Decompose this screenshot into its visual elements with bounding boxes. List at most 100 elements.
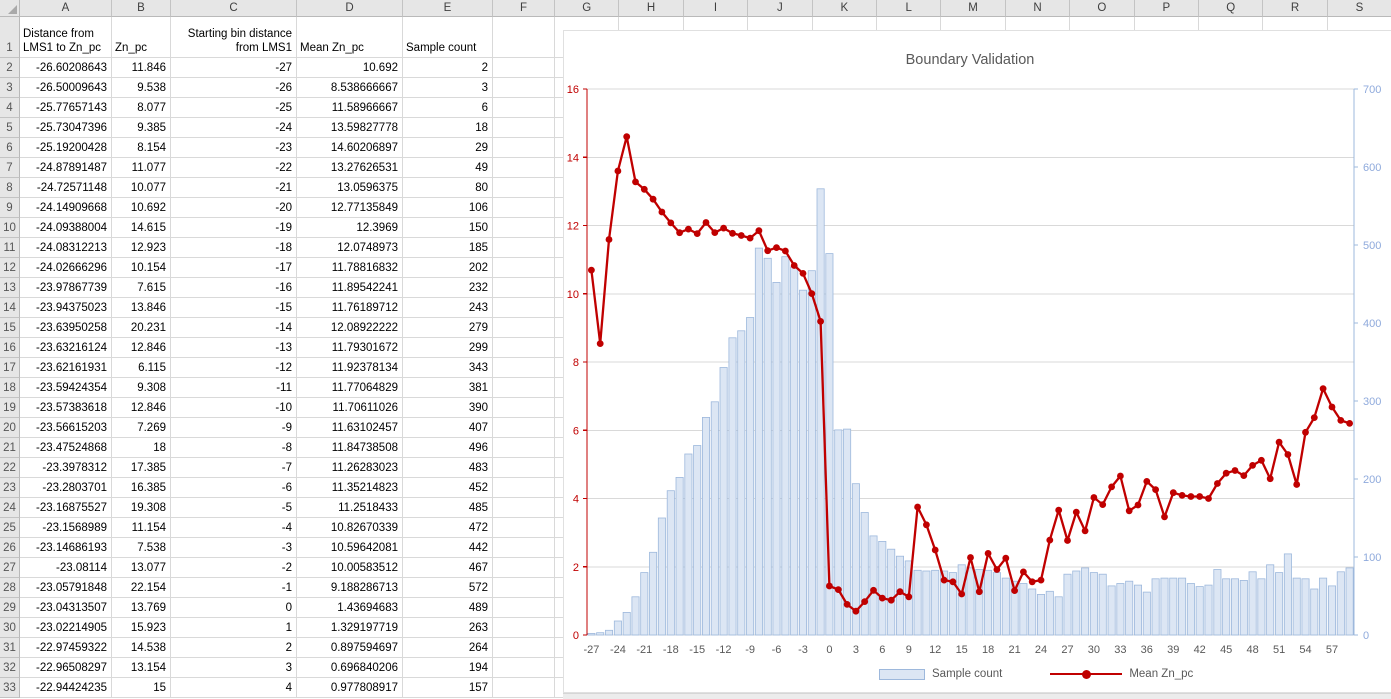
cell-E4[interactable]: 6 [403, 98, 493, 118]
cell-A9[interactable]: -24.14909668 [20, 198, 112, 218]
cell-C16[interactable]: -13 [171, 338, 297, 358]
cell-E33[interactable]: 157 [403, 678, 493, 698]
row-header-6[interactable]: 6 [0, 138, 20, 158]
column-header-N[interactable]: N [1006, 0, 1070, 17]
cell-C9[interactable]: -20 [171, 198, 297, 218]
cell-A24[interactable]: -23.16875527 [20, 498, 112, 518]
column-header-R[interactable]: R [1263, 0, 1327, 17]
cell-E26[interactable]: 442 [403, 538, 493, 558]
cell-D12[interactable]: 11.78816832 [297, 258, 403, 278]
cell-E14[interactable]: 243 [403, 298, 493, 318]
cell-F5[interactable] [493, 118, 555, 138]
cell-F33[interactable] [493, 678, 555, 698]
cell-A25[interactable]: -23.1568989 [20, 518, 112, 538]
cell-F3[interactable] [493, 78, 555, 98]
cell-F25[interactable] [493, 518, 555, 538]
cell-E20[interactable]: 407 [403, 418, 493, 438]
cell-B5[interactable]: 9.385 [112, 118, 171, 138]
row-header-12[interactable]: 12 [0, 258, 20, 278]
cell-F31[interactable] [493, 638, 555, 658]
row-header-21[interactable]: 21 [0, 438, 20, 458]
row-header-32[interactable]: 32 [0, 658, 20, 678]
cell-E19[interactable]: 390 [403, 398, 493, 418]
row-header-11[interactable]: 11 [0, 238, 20, 258]
row-header-14[interactable]: 14 [0, 298, 20, 318]
cell-F23[interactable] [493, 478, 555, 498]
cell-A1[interactable]: Distance from LMS1 to Zn_pc [20, 17, 112, 58]
cell-F15[interactable] [493, 318, 555, 338]
cell-E24[interactable]: 485 [403, 498, 493, 518]
column-header-H[interactable]: H [619, 0, 683, 17]
cell-C3[interactable]: -26 [171, 78, 297, 98]
cell-F30[interactable] [493, 618, 555, 638]
cell-C31[interactable]: 2 [171, 638, 297, 658]
row-header-4[interactable]: 4 [0, 98, 20, 118]
row-header-31[interactable]: 31 [0, 638, 20, 658]
cell-D28[interactable]: 9.188286713 [297, 578, 403, 598]
cell-C13[interactable]: -16 [171, 278, 297, 298]
cell-E8[interactable]: 80 [403, 178, 493, 198]
cell-E9[interactable]: 106 [403, 198, 493, 218]
cell-B19[interactable]: 12.846 [112, 398, 171, 418]
cell-B24[interactable]: 19.308 [112, 498, 171, 518]
cell-D31[interactable]: 0.897594697 [297, 638, 403, 658]
column-header-O[interactable]: O [1070, 0, 1134, 17]
cell-C12[interactable]: -17 [171, 258, 297, 278]
cell-C10[interactable]: -19 [171, 218, 297, 238]
chart-boundary-validation[interactable]: 02468101214160100200300400500600700-27-2… [563, 30, 1391, 693]
cell-D19[interactable]: 11.70611026 [297, 398, 403, 418]
column-header-D[interactable]: D [297, 0, 403, 17]
cell-F28[interactable] [493, 578, 555, 598]
cell-D14[interactable]: 11.76189712 [297, 298, 403, 318]
cell-B11[interactable]: 12.923 [112, 238, 171, 258]
cell-C21[interactable]: -8 [171, 438, 297, 458]
cell-D6[interactable]: 14.60206897 [297, 138, 403, 158]
cell-E21[interactable]: 496 [403, 438, 493, 458]
row-header-18[interactable]: 18 [0, 378, 20, 398]
cell-F20[interactable] [493, 418, 555, 438]
cell-A27[interactable]: -23.08114 [20, 558, 112, 578]
cell-D4[interactable]: 11.58966667 [297, 98, 403, 118]
cell-E29[interactable]: 489 [403, 598, 493, 618]
row-header-26[interactable]: 26 [0, 538, 20, 558]
column-header-A[interactable]: A [20, 0, 112, 17]
cell-B17[interactable]: 6.115 [112, 358, 171, 378]
cell-B6[interactable]: 8.154 [112, 138, 171, 158]
cell-E16[interactable]: 299 [403, 338, 493, 358]
cell-E6[interactable]: 29 [403, 138, 493, 158]
cell-B4[interactable]: 8.077 [112, 98, 171, 118]
cell-D15[interactable]: 12.08922222 [297, 318, 403, 338]
cell-C30[interactable]: 1 [171, 618, 297, 638]
cell-E27[interactable]: 467 [403, 558, 493, 578]
cell-D3[interactable]: 8.538666667 [297, 78, 403, 98]
cell-E18[interactable]: 381 [403, 378, 493, 398]
cell-D7[interactable]: 13.27626531 [297, 158, 403, 178]
cell-B25[interactable]: 11.154 [112, 518, 171, 538]
cell-D22[interactable]: 11.26283023 [297, 458, 403, 478]
cell-F22[interactable] [493, 458, 555, 478]
cell-C19[interactable]: -10 [171, 398, 297, 418]
cell-A32[interactable]: -22.96508297 [20, 658, 112, 678]
cell-D2[interactable]: 10.692 [297, 58, 403, 78]
cell-A31[interactable]: -22.97459322 [20, 638, 112, 658]
cell-B3[interactable]: 9.538 [112, 78, 171, 98]
row-header-2[interactable]: 2 [0, 58, 20, 78]
cell-A33[interactable]: -22.94424235 [20, 678, 112, 698]
cell-F11[interactable] [493, 238, 555, 258]
column-header-K[interactable]: K [813, 0, 877, 17]
column-header-Q[interactable]: Q [1199, 0, 1263, 17]
cell-F1[interactable] [493, 17, 555, 58]
row-header-27[interactable]: 27 [0, 558, 20, 578]
cell-C24[interactable]: -5 [171, 498, 297, 518]
cell-A30[interactable]: -23.02214905 [20, 618, 112, 638]
cell-A14[interactable]: -23.94375023 [20, 298, 112, 318]
cell-A19[interactable]: -23.57383618 [20, 398, 112, 418]
cell-D18[interactable]: 11.77064829 [297, 378, 403, 398]
row-header-16[interactable]: 16 [0, 338, 20, 358]
cell-F4[interactable] [493, 98, 555, 118]
cell-D26[interactable]: 10.59642081 [297, 538, 403, 558]
cell-C2[interactable]: -27 [171, 58, 297, 78]
cell-F18[interactable] [493, 378, 555, 398]
cell-E17[interactable]: 343 [403, 358, 493, 378]
cell-B26[interactable]: 7.538 [112, 538, 171, 558]
